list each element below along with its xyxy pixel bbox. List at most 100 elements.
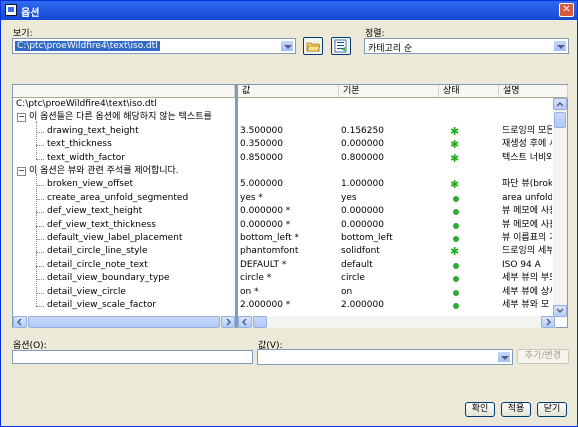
scroll-right-button[interactable] [221, 316, 235, 328]
tree-branch-line [36, 131, 44, 133]
scroll-down-button[interactable] [553, 305, 567, 317]
tree-horizontal-thumb[interactable] [28, 316, 220, 328]
chevron-right-icon [546, 318, 552, 326]
ok-button[interactable]: 확인 [465, 402, 495, 417]
option-tree: C:\ptc\proeWildfire4\text\iso.dtl 이 옵션들은 … [13, 98, 235, 318]
status-changed-icon: ✱ [450, 124, 460, 138]
apply-button[interactable]: 적용 [501, 402, 531, 417]
tree-branch-line [36, 306, 44, 307]
option-value[interactable]: 3.500000 [240, 125, 338, 138]
option-name[interactable]: broken_view_offset [47, 178, 133, 191]
view-path-select[interactable]: C:\ptc\proeWildfire4\text\iso.dtl [12, 38, 296, 54]
option-default: 0.800000 [341, 152, 384, 163]
option-name[interactable]: default_view_label_placement [47, 232, 182, 245]
option-name[interactable]: def_view_text_thickness [47, 219, 156, 232]
option-description: 드로잉의 세부 [502, 246, 552, 257]
chevron-down-icon[interactable] [280, 40, 294, 52]
tree-header [13, 85, 235, 98]
scroll-up-button[interactable] [553, 98, 567, 110]
vertical-scroll-thumb[interactable] [554, 112, 566, 128]
status-changed-icon: ✱ [450, 151, 460, 165]
tree-branch-line [36, 158, 44, 160]
status-default-icon [453, 276, 459, 283]
add-change-button[interactable]: 추가/변경 [517, 349, 569, 364]
option-name-input[interactable] [12, 350, 253, 364]
option-value[interactable]: phantomfont [240, 245, 338, 258]
column-header-description[interactable]: 설명 [499, 85, 568, 98]
tree-group-row[interactable]: 이 옵션들은 다른 옵션에 해당하지 않는 텍스트를 [29, 111, 212, 124]
app-icon [5, 4, 17, 16]
option-description: 텍스트 너비와 [502, 152, 552, 163]
tree-branch-line [36, 279, 44, 281]
save-list-icon [334, 39, 347, 53]
option-description: 뷰 메모에 사용 [502, 206, 552, 217]
option-value[interactable]: 0.000000 * [240, 205, 338, 218]
option-description: 뷰 이름표의 기 [502, 233, 552, 243]
chevron-down-icon[interactable] [497, 351, 511, 363]
option-name[interactable]: detail_view_circle [47, 286, 126, 299]
close-button[interactable]: 닫기 [537, 402, 567, 417]
tree-root-row[interactable]: C:\ptc\proeWildfire4\text\iso.dtl [16, 98, 157, 111]
status-default-icon [453, 209, 459, 216]
tree-horizontal-scrollbar[interactable] [13, 316, 235, 328]
option-description: 세부 뷰의 부모 [502, 273, 552, 284]
option-value[interactable]: circle * [240, 272, 338, 285]
status-default-icon [453, 289, 459, 296]
status-default-icon [453, 236, 459, 242]
tree-branch-line [36, 212, 44, 214]
option-value[interactable]: 2.000000 * [240, 299, 338, 312]
option-value[interactable]: bottom_left * [240, 232, 338, 245]
tree-branch-line [36, 225, 44, 227]
option-value[interactable]: on * [240, 286, 338, 299]
collapse-icon[interactable]: − [17, 167, 26, 176]
chevron-left-icon [241, 318, 247, 326]
option-name[interactable]: create_area_unfold_segmented [47, 192, 188, 205]
option-default: on [341, 286, 353, 297]
vertical-scrollbar[interactable] [553, 98, 567, 318]
sort-select[interactable]: 카테고리 순 [364, 38, 569, 54]
option-value[interactable]: 0.850000 [240, 152, 338, 165]
options-dialog: 옵션 ✕ 보기: C:\ptc\proeWildfire4\text\iso.d… [0, 0, 578, 427]
option-name[interactable]: detail_view_scale_factor [47, 299, 156, 312]
option-value[interactable]: yes * [240, 192, 338, 205]
save-config-button[interactable] [331, 37, 351, 55]
option-value[interactable]: DEFAULT * [240, 259, 338, 272]
tree-group-row[interactable]: 이 옵션은 뷰와 관련 주석를 제어합니다. [29, 165, 179, 178]
value-select[interactable] [257, 349, 513, 365]
option-default: bottom_left [341, 233, 393, 243]
close-window-button[interactable]: ✕ [559, 3, 574, 17]
column-header-default[interactable]: 기본 [339, 85, 439, 98]
tree-branch-line [36, 265, 44, 267]
chevron-left-icon [16, 318, 22, 326]
option-description: 드로잉의 모든 [502, 125, 552, 136]
option-description: 재생성 후에 시 [502, 139, 552, 150]
option-value[interactable]: 0.000000 * [240, 219, 338, 232]
scroll-left-button[interactable] [238, 316, 252, 328]
option-name[interactable]: detail_circle_note_text [47, 259, 148, 272]
option-default: yes [341, 192, 357, 203]
option-name[interactable]: drawing_text_height [47, 125, 139, 138]
option-name[interactable]: text_thickness [47, 138, 112, 151]
option-name[interactable]: detail_circle_line_style [47, 245, 148, 258]
scroll-right-button[interactable] [541, 316, 555, 328]
collapse-icon[interactable]: − [17, 113, 26, 123]
column-header-value[interactable]: 값 [238, 85, 339, 98]
chevron-down-icon[interactable] [553, 40, 567, 52]
status-changed-icon: ✱ [450, 138, 460, 152]
option-name[interactable]: detail_view_boundary_type [47, 272, 170, 285]
option-name[interactable]: def_view_text_height [47, 205, 142, 218]
option-value[interactable]: 0.350000 [240, 138, 338, 151]
grid-horizontal-scrollbar[interactable] [238, 316, 555, 328]
status-default-icon [453, 195, 459, 202]
option-value[interactable]: 5.000000 [240, 178, 338, 191]
scroll-left-button[interactable] [13, 316, 27, 328]
title-bar: 옵션 ✕ [1, 1, 577, 20]
tree-vertical-line [36, 120, 37, 159]
option-default: 2.000000 [341, 300, 384, 310]
option-name[interactable]: text_width_factor [47, 152, 125, 165]
tree-branch-line [36, 145, 44, 147]
column-header-status[interactable]: 상태 [439, 85, 499, 98]
open-folder-button[interactable] [303, 37, 323, 55]
grid-horizontal-thumb[interactable] [253, 316, 267, 328]
status-default-icon [453, 303, 459, 309]
